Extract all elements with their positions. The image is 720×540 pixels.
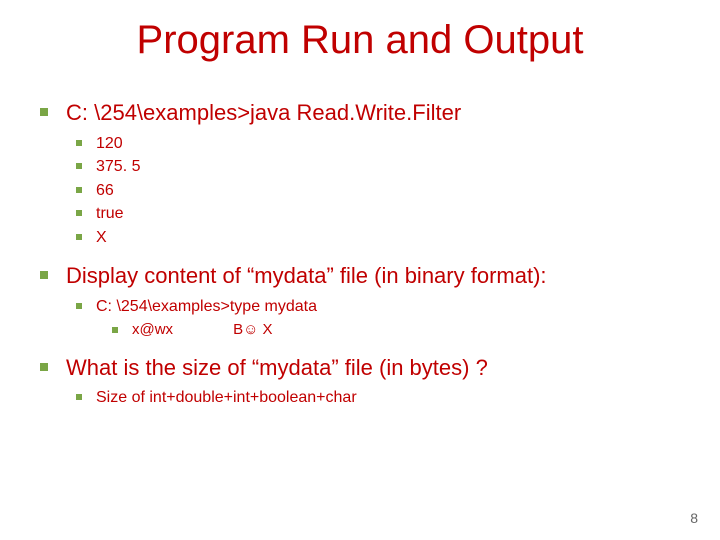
type-command-text: C: \254\examples>type mydata [96, 296, 317, 318]
binary-part-b: B☺ X [233, 321, 273, 338]
bullet-icon [76, 163, 82, 169]
bullet-question-size: What is the size of “mydata” file (in by… [40, 354, 680, 382]
page-number: 8 [690, 510, 698, 526]
bullet-display-content: Display content of “mydata” file (in bin… [40, 262, 680, 290]
bullet-icon [40, 271, 48, 279]
binary-part-a: x@wx [132, 321, 173, 338]
answer-text: Size of int+double+int+boolean+char [96, 387, 357, 409]
bullet-text: Display content of “mydata” file (in bin… [66, 262, 680, 290]
bullet-text: What is the size of “mydata” file (in by… [66, 354, 680, 382]
bullet-icon [76, 234, 82, 240]
output-line: 120 [76, 133, 680, 155]
bullet-icon [40, 363, 48, 371]
bullet-icon [112, 327, 118, 333]
bullet-text: C: \254\examples>java Read.Write.Filter [66, 99, 680, 127]
bullet-icon [76, 140, 82, 146]
bullet-run-command: C: \254\examples>java Read.Write.Filter [40, 99, 680, 127]
bullet-icon [76, 303, 82, 309]
output-text: 66 [96, 180, 114, 202]
binary-output: x@wx B☺ X [112, 320, 680, 340]
output-line: true [76, 203, 680, 225]
output-line: 375. 5 [76, 156, 680, 178]
answer-size: Size of int+double+int+boolean+char [76, 387, 680, 409]
output-text: 375. 5 [96, 156, 140, 178]
type-command: C: \254\examples>type mydata [76, 296, 680, 318]
output-text: 120 [96, 133, 123, 155]
slide: Program Run and Output C: \254\examples>… [0, 0, 720, 540]
bullet-icon [76, 210, 82, 216]
bullet-icon [76, 187, 82, 193]
binary-output-text: x@wx B☺ X [132, 320, 273, 340]
bullet-icon [40, 108, 48, 116]
output-line: X [76, 227, 680, 249]
output-text: X [96, 227, 107, 249]
output-line: 66 [76, 180, 680, 202]
output-text: true [96, 203, 124, 225]
bullet-icon [76, 394, 82, 400]
slide-title: Program Run and Output [40, 18, 680, 63]
